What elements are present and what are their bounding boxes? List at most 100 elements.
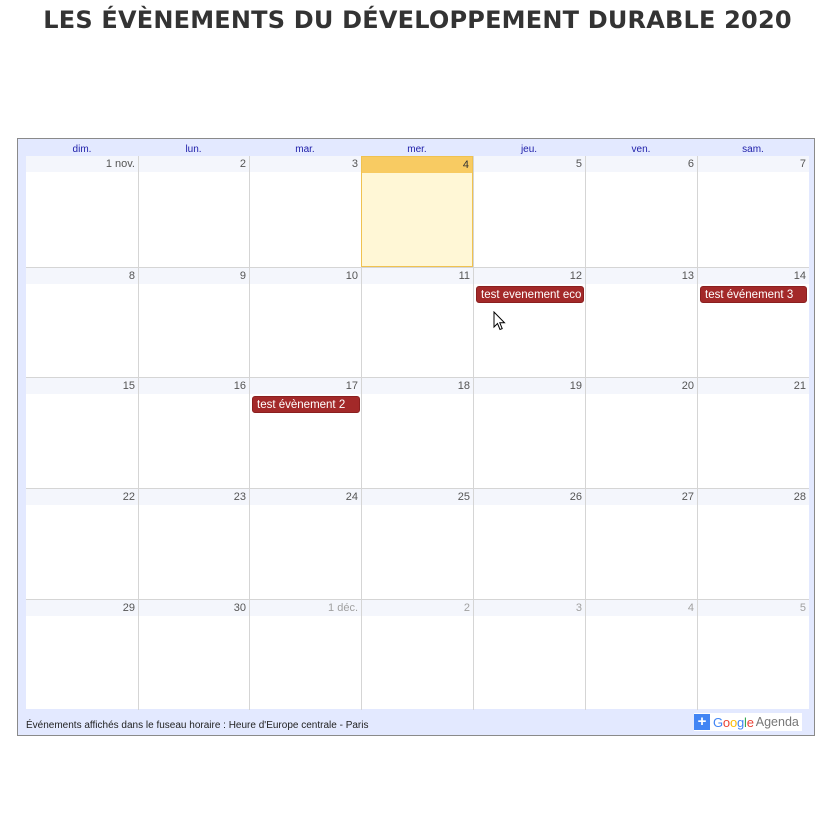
week-row: 29 30 1 déc. 2 3 4 5	[26, 598, 809, 710]
day-cell[interactable]: 7	[697, 156, 809, 267]
google-logo-letter: G	[713, 714, 723, 730]
day-number[interactable]: 5	[474, 156, 585, 172]
event-chip[interactable]: test évènement 2	[252, 396, 360, 414]
day-number[interactable]: 6	[586, 156, 697, 172]
day-cell[interactable]: 8	[26, 267, 138, 378]
day-cell[interactable]: 15	[26, 378, 138, 488]
day-cell[interactable]: 14 test événement 3	[697, 267, 809, 378]
week-row: 8 9 10 11 12 test evenement eco 13 14 test événe…	[26, 266, 809, 378]
day-cell-today[interactable]: 4	[361, 156, 473, 267]
day-header: sam.	[742, 144, 764, 155]
day-cell[interactable]: 1 nov.	[26, 156, 138, 267]
day-cell[interactable]: 13	[585, 267, 697, 378]
day-number[interactable]: 2	[139, 156, 249, 172]
day-cell[interactable]: 27	[585, 489, 697, 600]
mouse-cursor-icon	[493, 311, 506, 331]
day-number[interactable]: 24	[250, 489, 361, 506]
day-cell[interactable]: 2	[361, 599, 473, 710]
day-number[interactable]: 16	[139, 378, 249, 395]
day-header: dim.	[72, 144, 92, 155]
day-header: lun.	[185, 144, 202, 155]
day-header: ven.	[631, 144, 651, 155]
day-cell[interactable]: 9	[138, 267, 249, 378]
day-number[interactable]: 23	[139, 489, 249, 506]
day-number[interactable]: 10	[250, 267, 361, 284]
day-cell[interactable]: 5	[473, 156, 585, 267]
google-logo-letter: g	[736, 714, 745, 730]
google-logo: Google	[713, 715, 754, 730]
week-row: 1 nov. 2 3 4 5 6 7	[26, 156, 809, 267]
day-header-row: dim. lun. mar. mer. jeu. ven. sam.	[26, 143, 808, 157]
calendar-widget: dim. lun. mar. mer. jeu. ven. sam. 1 nov. 2 3 4 5 6…	[17, 138, 815, 736]
day-number[interactable]: 17	[250, 378, 361, 395]
day-number[interactable]: 15	[26, 378, 138, 395]
day-cell[interactable]: 12 test evenement eco	[473, 267, 585, 378]
add-to-google-agenda-button[interactable]: + Google Agenda	[694, 713, 802, 731]
day-number[interactable]: 1 déc.	[250, 599, 361, 616]
day-number[interactable]: 25	[362, 489, 473, 506]
page-title: LES ÉVÈNEMENTS DU DÉVELOPPEMENT DURABLE …	[43, 6, 792, 34]
day-number[interactable]: 22	[26, 489, 138, 506]
page: LES ÉVÈNEMENTS DU DÉVELOPPEMENT DURABLE …	[0, 0, 827, 827]
plus-icon: +	[694, 714, 710, 730]
day-number[interactable]: 8	[26, 267, 138, 284]
day-cell[interactable]: 6	[585, 156, 697, 267]
day-number[interactable]: 2	[362, 599, 473, 616]
day-number[interactable]: 4	[586, 599, 697, 616]
day-cell[interactable]: 17 test évènement 2	[249, 378, 361, 489]
day-cell[interactable]: 29	[26, 599, 138, 710]
day-number[interactable]: 27	[586, 489, 697, 506]
day-number[interactable]: 3	[250, 156, 361, 172]
week-row: 22 23 24 25 26 27 28	[26, 488, 809, 600]
day-cell[interactable]: 20	[585, 378, 697, 489]
day-cell[interactable]: 24	[249, 489, 361, 600]
google-logo-letter: o	[729, 714, 737, 730]
day-cell[interactable]: 19	[473, 378, 585, 489]
day-cell[interactable]: 23	[138, 489, 249, 600]
day-cell[interactable]: 16	[138, 378, 249, 489]
day-number[interactable]: 13	[586, 267, 697, 284]
day-number[interactable]: 1 nov.	[26, 156, 138, 172]
day-cell[interactable]: 26	[473, 489, 585, 600]
day-cell[interactable]: 2	[138, 156, 249, 267]
day-number[interactable]: 20	[586, 378, 697, 395]
day-cell[interactable]: 5	[697, 599, 809, 710]
day-number[interactable]: 19	[474, 378, 585, 395]
day-cell[interactable]: 3	[249, 156, 361, 267]
event-chip[interactable]: test evenement eco	[476, 285, 584, 303]
day-number[interactable]: 4	[362, 157, 472, 173]
day-number[interactable]: 5	[698, 599, 809, 616]
day-number[interactable]: 21	[698, 378, 809, 395]
day-number[interactable]: 29	[26, 599, 138, 616]
day-cell[interactable]: 4	[585, 599, 697, 710]
day-header: mar.	[295, 144, 315, 155]
google-logo-letter: o	[722, 714, 730, 730]
day-cell[interactable]: 25	[361, 489, 473, 600]
day-number[interactable]: 28	[698, 489, 809, 506]
day-cell[interactable]: 3	[473, 599, 585, 710]
day-number[interactable]: 11	[362, 267, 473, 284]
agenda-label: Agenda	[755, 715, 799, 729]
day-number[interactable]: 26	[474, 489, 585, 506]
day-header: mer.	[407, 144, 427, 155]
google-logo-letter: e	[746, 714, 754, 730]
day-number[interactable]: 12	[474, 267, 585, 284]
day-cell[interactable]: 18	[361, 378, 473, 489]
month-grid: 1 nov. 2 3 4 5 6 7 8 9 10 11 12 test evenement eco 13…	[26, 156, 809, 710]
event-chip[interactable]: test événement 3	[700, 285, 807, 303]
day-cell[interactable]: 10	[249, 267, 361, 378]
day-number[interactable]: 30	[139, 599, 249, 616]
day-number[interactable]: 3	[474, 599, 585, 616]
day-cell[interactable]: 21	[697, 378, 809, 489]
day-cell[interactable]: 11	[361, 267, 473, 378]
day-cell[interactable]: 1 déc.	[249, 599, 361, 710]
day-cell[interactable]: 22	[26, 489, 138, 599]
day-cell[interactable]: 30	[138, 599, 249, 710]
day-number[interactable]: 18	[362, 378, 473, 395]
day-number[interactable]: 7	[698, 156, 809, 172]
day-cell[interactable]: 28	[697, 489, 809, 600]
week-row: 15 16 17 test évènement 2 18 19 20 21	[26, 377, 809, 489]
day-number[interactable]: 9	[139, 267, 249, 284]
day-number[interactable]: 14	[698, 267, 809, 284]
day-header: jeu.	[520, 144, 538, 155]
